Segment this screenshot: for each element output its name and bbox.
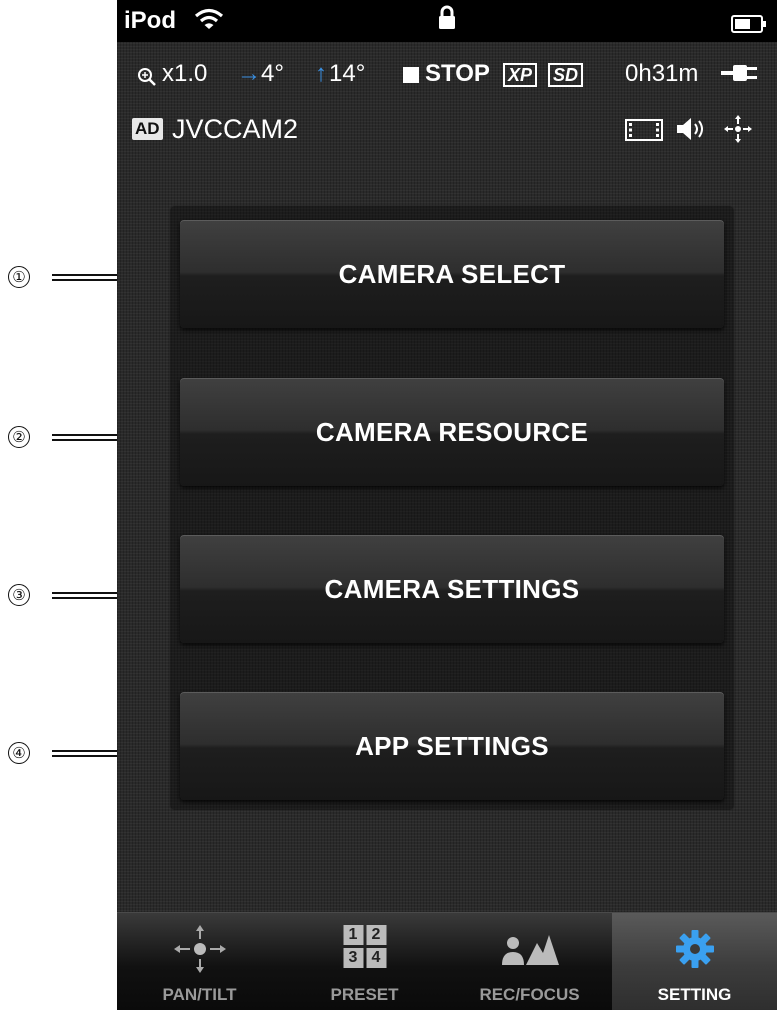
- callout-number: ③: [8, 584, 30, 606]
- power-plug-icon: [721, 62, 761, 90]
- app-settings-button[interactable]: APP SETTINGS: [180, 692, 724, 800]
- zoom-value: x1.0: [162, 60, 208, 87]
- carrier-label: iPod: [124, 7, 176, 34]
- tab-rec-focus[interactable]: REC/FOCUS: [447, 913, 612, 1010]
- tilt-arrow-icon: ↑: [315, 60, 327, 87]
- wifi-icon: [194, 7, 224, 38]
- preset-number: 4: [366, 948, 386, 968]
- callout-number: ①: [8, 266, 30, 288]
- callout-number: ④: [8, 742, 30, 764]
- ad-badge: AD: [132, 118, 163, 140]
- rec-focus-icon: [499, 927, 561, 972]
- tab-pan-tilt[interactable]: PAN/TILT: [117, 913, 282, 1010]
- stop-square-icon: [403, 67, 419, 83]
- battery-icon: [731, 12, 767, 40]
- camera-name-row: AD JVCCAM2: [117, 104, 777, 152]
- tab-label: SETTING: [657, 985, 732, 1004]
- tab-label: REC/FOCUS: [479, 985, 580, 1004]
- speaker-icon: [675, 116, 709, 147]
- tab-setting[interactable]: SETTING: [612, 913, 777, 1010]
- camera-name: JVCCAM2: [172, 114, 299, 144]
- move-arrows-icon: [723, 114, 753, 149]
- remaining-time: 0h31m: [625, 60, 699, 87]
- tab-preset[interactable]: 1 2 3 4 PRESET: [282, 913, 447, 1010]
- film-icon: [625, 118, 663, 147]
- preset-grid-icon: 1 2 3 4: [343, 925, 386, 968]
- media-badge: SD: [548, 63, 584, 87]
- pan-arrow-icon: →: [237, 60, 261, 87]
- preset-number: 3: [343, 948, 363, 968]
- record-status: STOP: [425, 60, 490, 87]
- camera-info-bar: x1.0 → 4° ↑ 14° STOP XP SD 0h31m: [117, 50, 777, 96]
- camera-resource-button[interactable]: CAMERA RESOURCE: [180, 378, 724, 486]
- camera-select-button[interactable]: CAMERA SELECT: [180, 220, 724, 328]
- app-screen: iPod x1.0 → 4° ↑ 14° STOP XP SD 0h31m AD…: [117, 0, 777, 1010]
- camera-settings-button[interactable]: CAMERA SETTINGS: [180, 535, 724, 643]
- preset-number: 2: [366, 925, 386, 945]
- status-bar: iPod: [117, 0, 777, 42]
- pan-value: 4°: [261, 60, 284, 87]
- callout-number: ②: [8, 426, 30, 448]
- pan-tilt-icon: [172, 923, 228, 980]
- format-badge: XP: [503, 63, 538, 87]
- preset-number: 1: [343, 925, 363, 945]
- tab-label: PRESET: [330, 985, 399, 1004]
- tab-label: PAN/TILT: [162, 985, 237, 1004]
- lock-icon: [437, 5, 457, 38]
- zoom-icon: [137, 66, 157, 94]
- tab-bar: PAN/TILT 1 2 3 4 PRESET REC/FOCUS SETTIN…: [117, 912, 777, 1010]
- gear-icon: [675, 929, 715, 974]
- tilt-value: 14°: [329, 60, 366, 87]
